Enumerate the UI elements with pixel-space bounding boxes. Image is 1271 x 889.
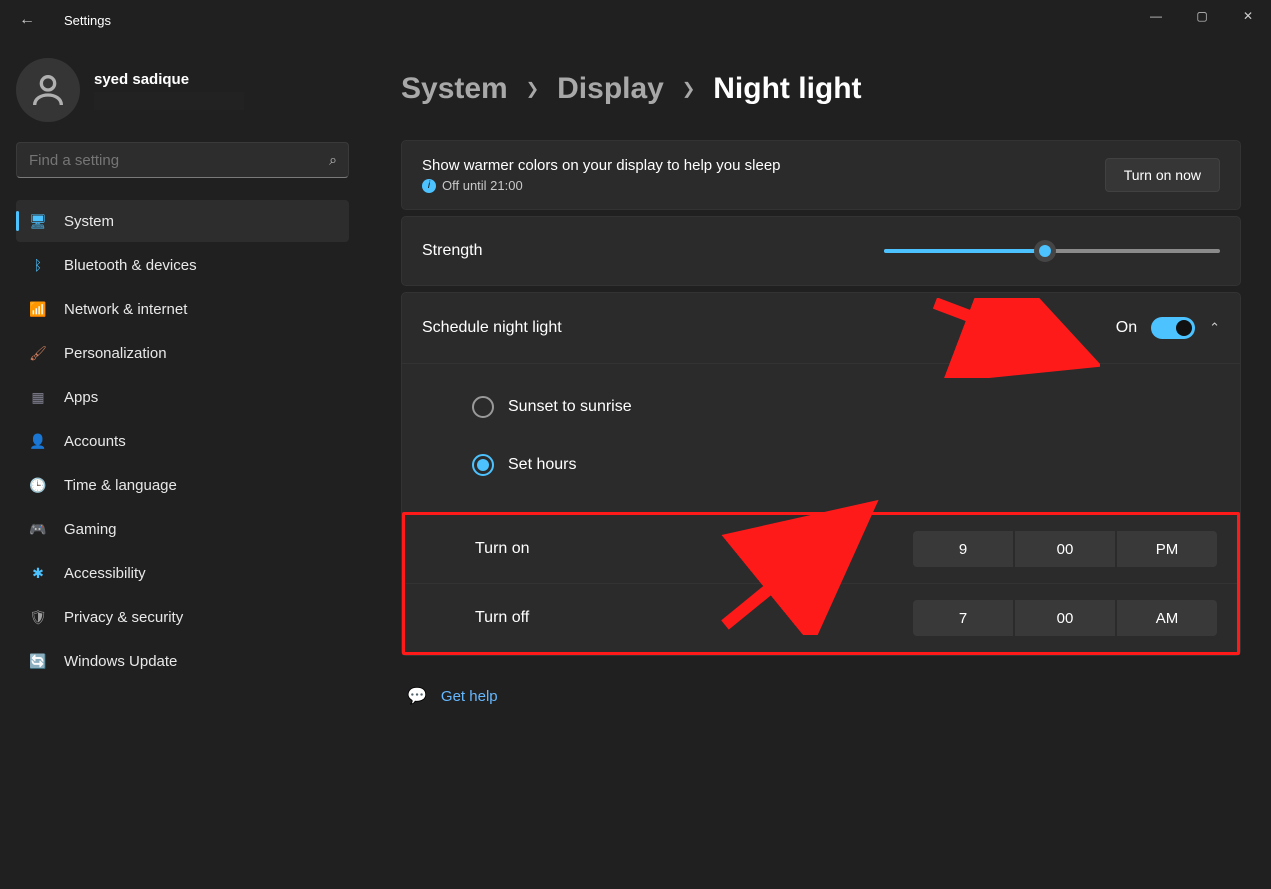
schedule-label: Schedule night light — [422, 319, 562, 337]
description-card: Show warmer colors on your display to he… — [401, 140, 1241, 210]
sidebar-item-personalization[interactable]: 🖌 Personalization — [16, 332, 349, 374]
main-content: System ❯ Display ❯ Night light Show warm… — [365, 40, 1271, 889]
search-box[interactable]: ⌕ — [16, 142, 349, 178]
sidebar-item-bluetooth-devices[interactable]: ᛒ Bluetooth & devices — [16, 244, 349, 286]
nav-label: System — [64, 213, 114, 230]
nav-icon: 🛡 — [28, 607, 48, 627]
radio-label: Set hours — [508, 456, 576, 474]
turn-off-minute[interactable]: 00 — [1015, 600, 1115, 636]
turn-off-ampm[interactable]: AM — [1117, 600, 1217, 636]
radio-icon — [472, 396, 494, 418]
nav-label: Windows Update — [64, 653, 177, 670]
chevron-right-icon: ❯ — [682, 79, 695, 99]
nav-label: Network & internet — [64, 301, 187, 318]
nav-icon: ✱ — [28, 563, 48, 583]
nav-icon: 🔄 — [28, 651, 48, 671]
minimize-button[interactable]: — — [1133, 0, 1179, 32]
time-settings-highlight: Turn on 9 00 PM Turn off 7 00 AM — [402, 512, 1240, 655]
breadcrumb-display[interactable]: Display — [557, 72, 664, 106]
status-text: Off until 21:00 — [442, 178, 523, 193]
back-button[interactable]: ← — [10, 11, 44, 29]
maximize-button[interactable]: ▢ — [1179, 0, 1225, 32]
nav-label: Time & language — [64, 477, 177, 494]
nav-label: Gaming — [64, 521, 117, 538]
radio-set-hours[interactable]: Set hours — [472, 436, 1220, 494]
nav-icon: 🖌 — [28, 343, 48, 363]
toggle-state: On — [1116, 319, 1137, 337]
sidebar-item-network-internet[interactable]: 📶 Network & internet — [16, 288, 349, 330]
radio-icon — [472, 454, 494, 476]
turn-off-label: Turn off — [475, 609, 529, 627]
info-icon: i — [422, 179, 436, 193]
radio-sunset-to-sunrise[interactable]: Sunset to sunrise — [472, 378, 1220, 436]
search-icon: ⌕ — [329, 152, 337, 169]
nav-label: Bluetooth & devices — [64, 257, 197, 274]
turn-on-ampm[interactable]: PM — [1117, 531, 1217, 567]
nav-icon: 👤 — [28, 431, 48, 451]
nav-icon: 📶 — [28, 299, 48, 319]
turn-on-minute[interactable]: 00 — [1015, 531, 1115, 567]
sidebar-item-privacy-security[interactable]: 🛡 Privacy & security — [16, 596, 349, 638]
user-name: syed sadique — [94, 71, 244, 88]
user-icon — [16, 58, 80, 122]
sidebar-item-apps[interactable]: ▦ Apps — [16, 376, 349, 418]
help-icon: 💬 — [407, 686, 427, 706]
nav-icon: 🎮 — [28, 519, 48, 539]
sidebar-item-accounts[interactable]: 👤 Accounts — [16, 420, 349, 462]
strength-label: Strength — [422, 242, 482, 260]
nav-icon: 🕒 — [28, 475, 48, 495]
schedule-toggle[interactable] — [1151, 317, 1195, 339]
strength-card: Strength — [401, 216, 1241, 286]
nav-label: Accessibility — [64, 565, 146, 582]
search-input[interactable] — [16, 142, 349, 178]
sidebar-item-gaming[interactable]: 🎮 Gaming — [16, 508, 349, 550]
get-help-link[interactable]: 💬 Get help — [401, 686, 1241, 706]
sidebar: syed sadique ⌕ 🖥 System ᛒ Bluetooth & devic… — [0, 40, 365, 889]
turn-off-hour[interactable]: 7 — [913, 600, 1013, 636]
nav-icon: 🖥 — [28, 211, 48, 231]
sidebar-item-windows-update[interactable]: 🔄 Windows Update — [16, 640, 349, 682]
app-title: Settings — [64, 13, 111, 28]
breadcrumb: System ❯ Display ❯ Night light — [401, 72, 1241, 106]
page-title: Night light — [713, 72, 861, 106]
nav-label: Apps — [64, 389, 98, 406]
breadcrumb-system[interactable]: System — [401, 72, 508, 106]
nav-label: Privacy & security — [64, 609, 183, 626]
close-button[interactable]: ✕ — [1225, 0, 1271, 32]
sidebar-item-time-language[interactable]: 🕒 Time & language — [16, 464, 349, 506]
schedule-card: Schedule night light On ⌃ Sunset to sunr… — [401, 292, 1241, 656]
turn-on-hour[interactable]: 9 — [913, 531, 1013, 567]
help-text[interactable]: Get help — [441, 688, 498, 705]
turn-on-label: Turn on — [475, 540, 530, 558]
chevron-up-icon[interactable]: ⌃ — [1209, 320, 1220, 336]
turn-on-now-button[interactable]: Turn on now — [1105, 158, 1220, 192]
night-light-description: Show warmer colors on your display to he… — [422, 157, 781, 174]
turn-off-row: Turn off 7 00 AM — [405, 583, 1237, 652]
nav-icon: ᛒ — [28, 255, 48, 275]
radio-label: Sunset to sunrise — [508, 398, 632, 416]
chevron-right-icon: ❯ — [526, 79, 539, 99]
user-email-masked — [94, 92, 244, 110]
profile[interactable]: syed sadique — [16, 58, 349, 122]
strength-slider[interactable] — [884, 241, 1220, 261]
nav-label: Accounts — [64, 433, 126, 450]
sidebar-item-system[interactable]: 🖥 System — [16, 200, 349, 242]
turn-on-row: Turn on 9 00 PM — [405, 515, 1237, 583]
nav-icon: ▦ — [28, 387, 48, 407]
nav-label: Personalization — [64, 345, 167, 362]
sidebar-item-accessibility[interactable]: ✱ Accessibility — [16, 552, 349, 594]
